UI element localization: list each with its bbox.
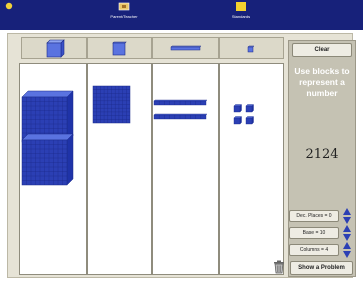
dec-places-button[interactable]: Dec. Places = 0 <box>289 210 339 222</box>
trash-icon <box>274 260 284 274</box>
up-arrow-icon[interactable] <box>343 242 351 249</box>
thousand-cubes <box>21 90 74 186</box>
unit-cube[interactable] <box>245 116 254 125</box>
unit-cubes <box>233 104 254 125</box>
base-button[interactable]: Base = 10 <box>289 227 339 239</box>
instruction-text: Use blocks to represent a number <box>294 66 350 98</box>
hundred-flats <box>92 85 131 124</box>
column-header-thousands[interactable] <box>21 37 87 59</box>
standards-label: Standards <box>231 14 251 19</box>
up-arrow-icon[interactable] <box>343 208 351 215</box>
parent-teacher-button[interactable]: Parent/Teacher <box>102 2 146 19</box>
columns-stepper[interactable] <box>343 242 351 258</box>
cube-icon <box>46 39 65 58</box>
down-arrow-icon[interactable] <box>343 251 351 258</box>
ten-rods <box>153 99 208 120</box>
dec-places-stepper[interactable] <box>343 208 351 224</box>
unit-cube[interactable] <box>245 104 254 113</box>
show-problem-button[interactable]: Show a Problem <box>290 261 353 275</box>
standards-button[interactable]: Standards <box>226 2 256 19</box>
columns-button[interactable]: Columns = 4 <box>289 244 339 256</box>
standards-icon <box>236 2 246 11</box>
home-icon <box>5 2 13 10</box>
column-header-hundreds[interactable] <box>87 37 152 59</box>
top-toolbar: Parent/Teacher Standards <box>0 0 363 30</box>
home-button[interactable] <box>4 2 14 13</box>
clear-button[interactable]: Clear <box>292 43 352 57</box>
ten-rod[interactable] <box>153 99 208 106</box>
column-thousands[interactable] <box>19 63 87 275</box>
parent-teacher-label: Parent/Teacher <box>110 14 138 19</box>
ten-rod[interactable] <box>153 113 208 120</box>
rod-icon <box>170 45 202 51</box>
hundred-flat[interactable] <box>92 85 131 124</box>
column-header-tens[interactable] <box>152 37 219 59</box>
target-number: 2124 <box>305 147 339 162</box>
down-arrow-icon[interactable] <box>343 217 351 224</box>
unit-cube[interactable] <box>233 104 242 113</box>
column-tens[interactable] <box>152 63 219 275</box>
flat-icon <box>112 41 127 56</box>
base-stepper[interactable] <box>343 225 351 241</box>
unit-icon <box>247 45 255 53</box>
trash-button[interactable] <box>273 260 285 274</box>
column-hundreds[interactable] <box>87 63 152 275</box>
thousand-cube[interactable] <box>21 133 74 186</box>
unit-cube[interactable] <box>233 116 242 125</box>
column-ones[interactable] <box>219 63 284 275</box>
parent-teacher-icon <box>118 2 130 11</box>
column-header-ones[interactable] <box>219 37 284 59</box>
up-arrow-icon[interactable] <box>343 225 351 232</box>
down-arrow-icon[interactable] <box>343 234 351 241</box>
